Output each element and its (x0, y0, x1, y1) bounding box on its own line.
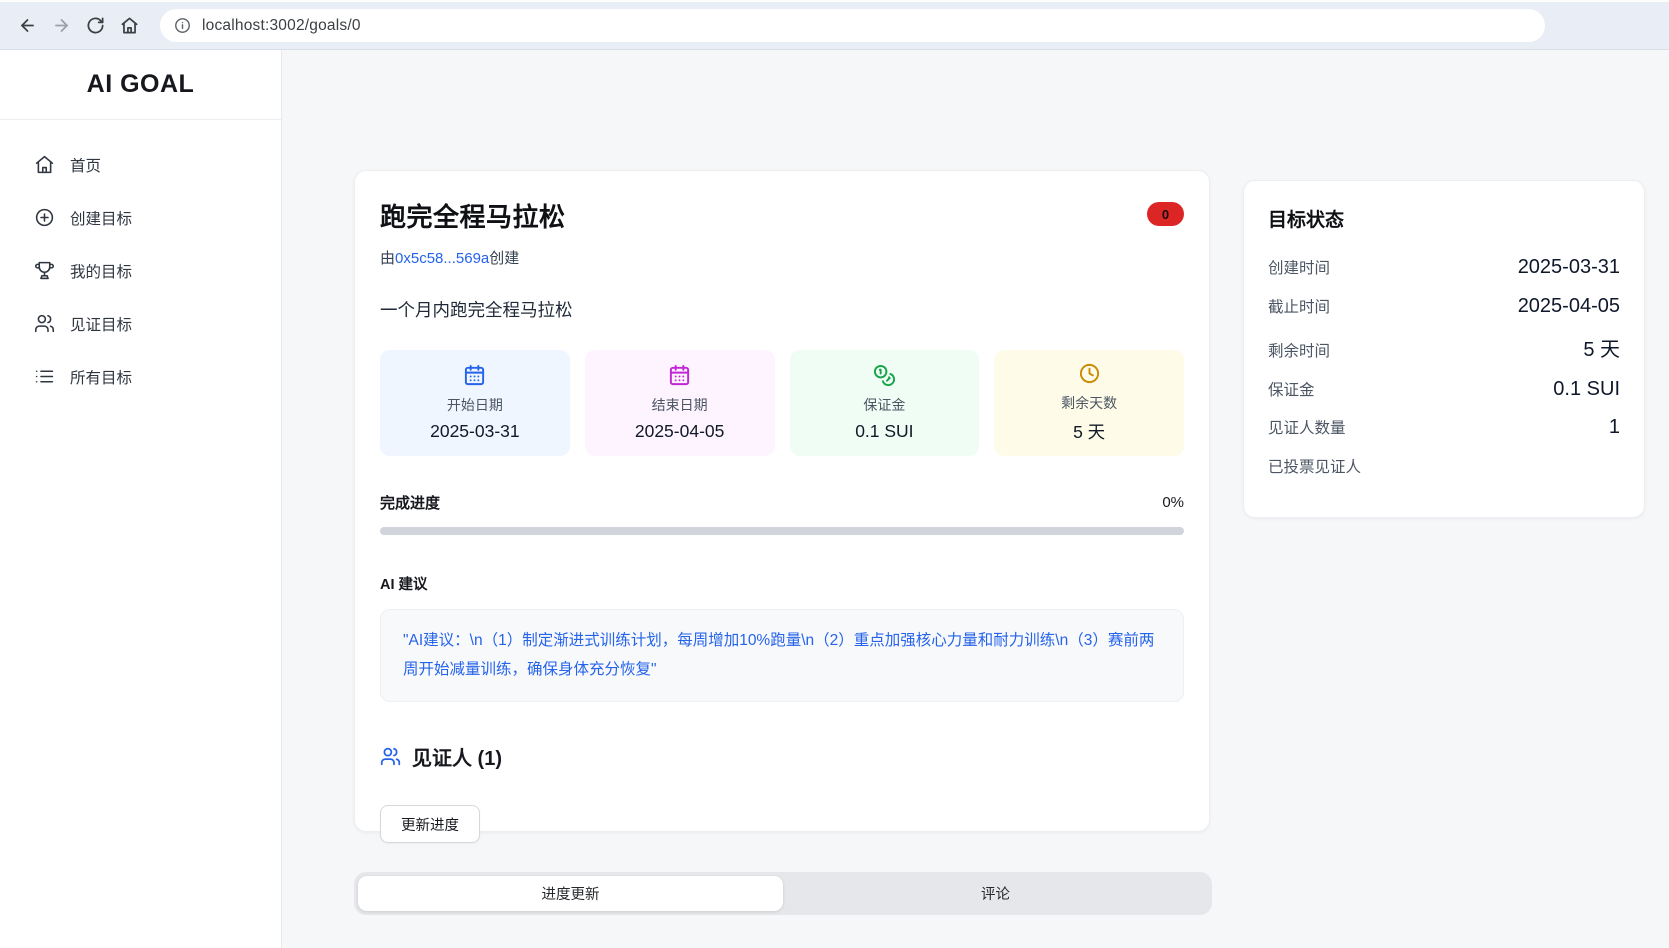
status-value: 5 天 (1583, 333, 1620, 362)
tile-label: 结束日期 (652, 395, 708, 415)
status-row-created: 创建时间 2025-03-31 (1268, 256, 1620, 279)
home-icon (120, 16, 139, 35)
tile-label: 剩余天数 (1061, 393, 1117, 413)
goal-status-panel: 目标状态 创建时间 2025-03-31 截止时间 2025-04-05 剩余时… (1243, 180, 1645, 518)
goal-stat-tiles: 开始日期 2025-03-31 结束日期 2025-04-05 保证金 0.1 … (380, 350, 1184, 456)
forward-button[interactable] (44, 9, 78, 43)
app-logo: AI GOAL (87, 70, 195, 99)
status-value: 2025-03-31 (1518, 256, 1620, 279)
start-date-tile: 开始日期 2025-03-31 (380, 350, 570, 456)
update-progress-button[interactable]: 更新进度 (380, 805, 480, 843)
refresh-icon (86, 16, 105, 35)
status-label: 已投票见证人 (1268, 455, 1361, 477)
logo-box: AI GOAL (0, 50, 281, 120)
creator-address-link[interactable]: 0x5c58...569a (395, 250, 489, 267)
witness-heading: 见证人 (1) (412, 742, 502, 771)
goal-card: 跑完全程马拉松 0 由0x5c58...569a创建 一个月内跑完全程马拉松 开… (354, 170, 1210, 832)
sidebar-item-label: 创建目标 (70, 207, 132, 229)
progress-percent: 0% (1162, 494, 1184, 511)
creator-suffix: 创建 (489, 250, 519, 267)
sidebar: AI GOAL 首页 创建目标 我的目标 见证目标 所有目标 (0, 50, 282, 948)
back-button[interactable] (10, 9, 44, 43)
browser-toolbar: localhost:3002/goals/0 (0, 0, 1669, 50)
trophy-icon (34, 260, 55, 281)
calendar-icon (668, 364, 691, 387)
tab-progress-updates[interactable]: 进度更新 (358, 876, 783, 911)
calendar-icon (463, 364, 486, 387)
witness-section-header: 见证人 (1) (380, 742, 1184, 771)
sidebar-item-witness-goals[interactable]: 见证目标 (0, 297, 281, 350)
sidebar-item-create-goal[interactable]: 创建目标 (0, 191, 281, 244)
home-button[interactable] (112, 9, 146, 43)
sidebar-item-label: 首页 (70, 154, 101, 176)
status-value: 2025-04-05 (1518, 295, 1620, 318)
creator-prefix: 由 (380, 250, 395, 267)
status-row-deadline: 截止时间 2025-04-05 (1268, 295, 1620, 318)
tile-value: 5 天 (1073, 419, 1105, 444)
sidebar-item-home[interactable]: 首页 (0, 138, 281, 191)
plus-circle-icon (34, 207, 55, 228)
sidebar-item-my-goals[interactable]: 我的目标 (0, 244, 281, 297)
forward-icon (52, 16, 71, 35)
status-value: 0.1 SUI (1553, 378, 1620, 401)
goal-title: 跑完全程马拉松 (380, 197, 566, 234)
refresh-button[interactable] (78, 9, 112, 43)
sidebar-item-label: 我的目标 (70, 260, 132, 282)
back-icon (18, 16, 37, 35)
sidebar-item-all-goals[interactable]: 所有目标 (0, 350, 281, 403)
ai-suggestion-text: "AI建议：\n（1）制定渐进式训练计划，每周增加10%跑量\n（2）重点加强核… (403, 627, 1161, 684)
status-label: 截止时间 (1268, 295, 1330, 317)
users-icon (34, 313, 55, 334)
ai-suggestion-box: "AI建议：\n（1）制定渐进式训练计划，每周增加10%跑量\n（2）重点加强核… (380, 609, 1184, 702)
status-label: 见证人数量 (1268, 416, 1346, 438)
status-badge: 0 (1147, 202, 1184, 226)
status-label: 保证金 (1268, 378, 1315, 400)
sidebar-item-label: 见证目标 (70, 313, 132, 335)
progress-bar (380, 527, 1184, 535)
list-icon (34, 366, 55, 387)
users-icon (380, 746, 401, 767)
tile-value: 2025-04-05 (635, 421, 725, 442)
tab-comments[interactable]: 评论 (783, 876, 1208, 911)
tile-label: 开始日期 (447, 395, 503, 415)
url-text[interactable]: localhost:3002/goals/0 (202, 17, 361, 35)
days-left-tile: 剩余天数 5 天 (994, 350, 1184, 456)
status-row-stake: 保证金 0.1 SUI (1268, 378, 1620, 401)
detail-tabs: 进度更新 评论 (354, 872, 1212, 915)
status-label: 剩余时间 (1268, 339, 1330, 361)
stake-tile: 保证金 0.1 SUI (790, 350, 980, 456)
clock-icon (1078, 362, 1101, 385)
tile-label: 保证金 (863, 395, 905, 415)
sidebar-item-label: 所有目标 (70, 366, 132, 388)
page-info-icon[interactable] (174, 17, 191, 34)
address-bar[interactable]: localhost:3002/goals/0 (160, 9, 1545, 42)
tile-value: 2025-03-31 (430, 421, 520, 442)
status-panel-title: 目标状态 (1268, 205, 1620, 232)
status-value: 1 (1609, 416, 1620, 439)
status-row-time-left: 剩余时间 5 天 (1268, 333, 1620, 362)
status-row-voted-witnesses: 已投票见证人 (1268, 455, 1620, 477)
goal-description: 一个月内跑完全程马拉松 (380, 297, 1184, 322)
progress-label: 完成进度 (380, 492, 440, 513)
status-label: 创建时间 (1268, 256, 1330, 278)
status-row-witness-count: 见证人数量 1 (1268, 416, 1620, 439)
tile-value: 0.1 SUI (855, 421, 913, 442)
sidebar-nav: 首页 创建目标 我的目标 见证目标 所有目标 (0, 120, 281, 403)
main-content: 跑完全程马拉松 0 由0x5c58...569a创建 一个月内跑完全程马拉松 开… (282, 50, 1669, 948)
coins-icon (873, 364, 896, 387)
home-icon (34, 154, 55, 175)
ai-suggestion-label: AI 建议 (380, 573, 1184, 594)
creator-line: 由0x5c58...569a创建 (380, 247, 1184, 268)
end-date-tile: 结束日期 2025-04-05 (585, 350, 775, 456)
